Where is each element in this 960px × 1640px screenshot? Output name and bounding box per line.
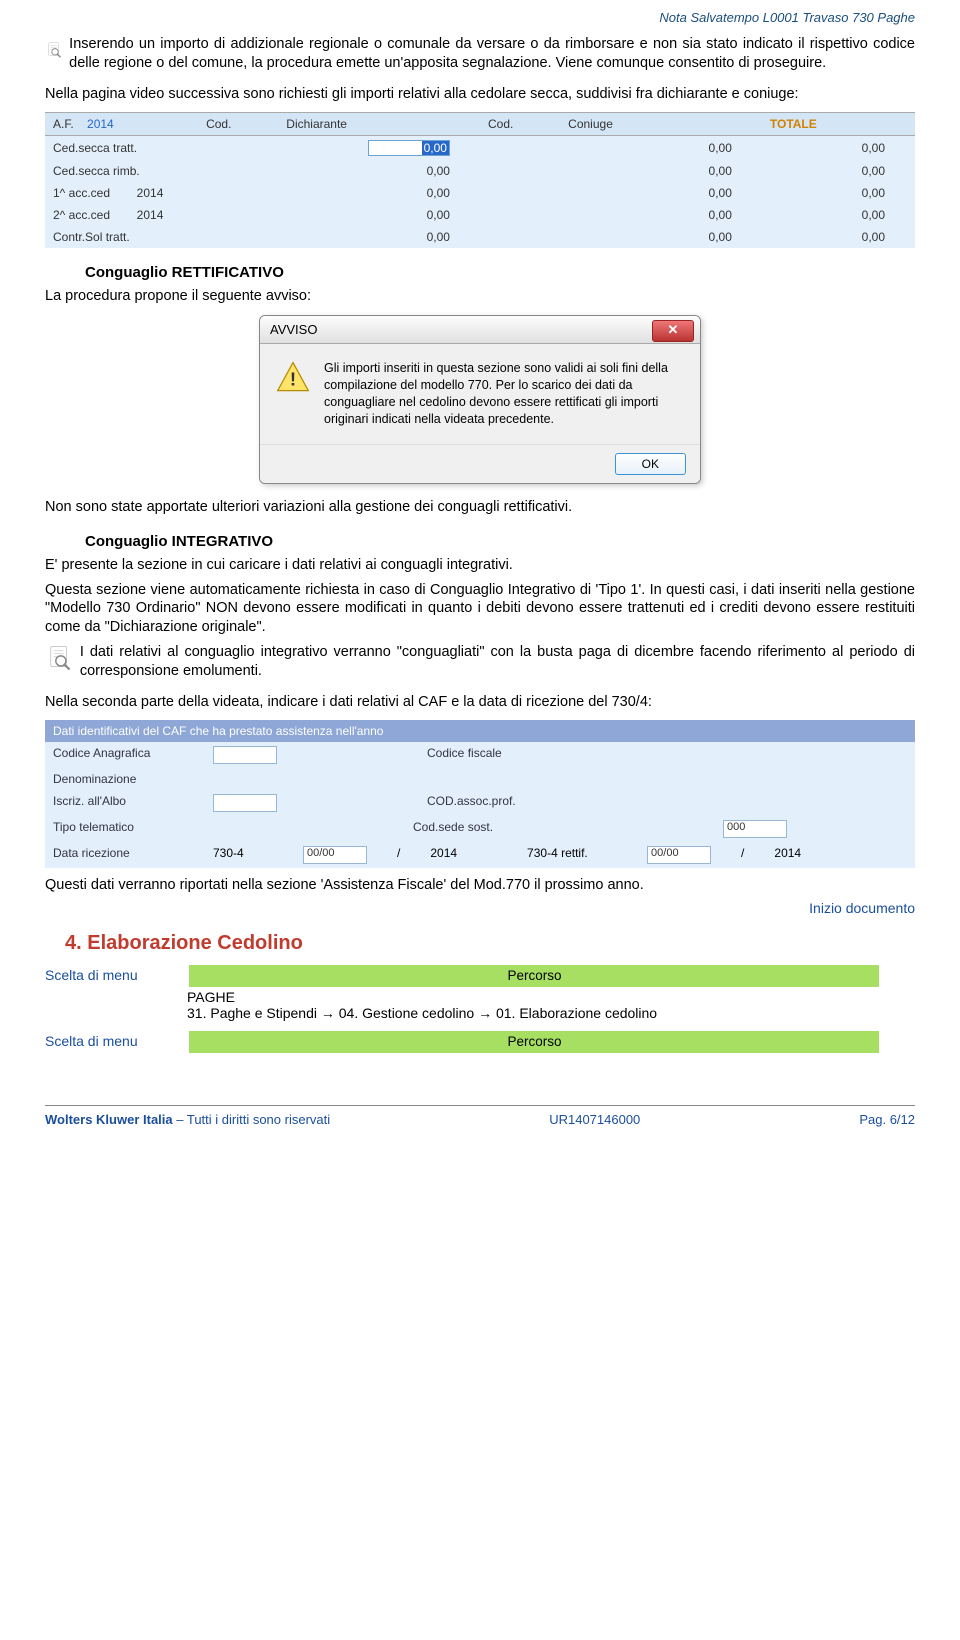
ok-button[interactable]: OK — [615, 453, 686, 475]
subheading-integrativo: Conguaglio INTEGRATIVO — [85, 533, 915, 550]
path-text: 31. Paghe e Stipendi → 04. Gestione cedo… — [187, 1005, 657, 1021]
paragraph-2: Nella pagina video successiva sono richi… — [45, 85, 915, 104]
dialog-title: AVVISO ✕ — [260, 316, 700, 344]
close-icon[interactable]: ✕ — [652, 320, 694, 342]
footer: Wolters Kluwer Italia – Tutti i diritti … — [45, 1105, 915, 1133]
date2-field[interactable]: 00/00 — [647, 846, 711, 864]
header-title: Nota Salvatempo L0001 Travaso 730 Paghe — [45, 10, 915, 25]
iscr-field[interactable] — [213, 794, 277, 812]
paragraph-6: Questa sezione viene automaticamente ric… — [45, 581, 915, 638]
paragraph-8: Nella seconda parte della videata, indic… — [45, 693, 915, 712]
footer-code: UR1407146000 — [549, 1112, 640, 1127]
percorso-bar: Percorso — [189, 1031, 879, 1053]
paragraph-1: Inserendo un importo di addizionale regi… — [69, 35, 915, 73]
caf-header: Dati identificativi del CAF che ha prest… — [45, 720, 915, 742]
magnify-icon — [45, 643, 74, 673]
inizio-documento-link[interactable]: Inizio documento — [45, 900, 915, 916]
codice-anag-field[interactable] — [213, 746, 277, 764]
paragraph-4: Non sono state apportate ulteriori varia… — [45, 498, 915, 517]
codsede-field[interactable]: 000 — [723, 820, 787, 838]
paragraph-5: E' presente la sezione in cui caricare i… — [45, 556, 915, 575]
warning-icon: ! — [276, 360, 310, 394]
percorso-bar: Percorso — [189, 965, 879, 987]
paragraph-7: I dati relativi al conguaglio integrativ… — [80, 643, 915, 681]
magnify-icon — [45, 35, 63, 65]
footer-page: Pag. 6/12 — [859, 1112, 915, 1127]
caf-panel: Dati identificativi del CAF che ha prest… — [45, 720, 915, 868]
svg-text:!: ! — [290, 369, 296, 390]
dialog-text: Gli importi inseriti in questa sezione s… — [324, 360, 684, 428]
menu-label: Scelta di menu — [45, 967, 185, 983]
paragraph-9: Questi dati verranno riportati nella sez… — [45, 876, 915, 895]
paragraph-3: La procedura propone il seguente avviso: — [45, 287, 915, 306]
section-heading: 4. Elaborazione Cedolino — [65, 932, 915, 955]
menu-label: Scelta di menu — [45, 1033, 185, 1049]
warning-dialog: AVVISO ✕ ! Gli importi inseriti in quest… — [259, 315, 701, 484]
date1-field[interactable]: 00/00 — [303, 846, 367, 864]
cedolare-table: A.F. 2014 Cod. Dichiarante Cod. Coniuge … — [45, 112, 915, 248]
subheading-rettificativo: Conguaglio RETTIFICATIVO — [85, 264, 915, 281]
paghe-label: PAGHE — [187, 989, 235, 1005]
